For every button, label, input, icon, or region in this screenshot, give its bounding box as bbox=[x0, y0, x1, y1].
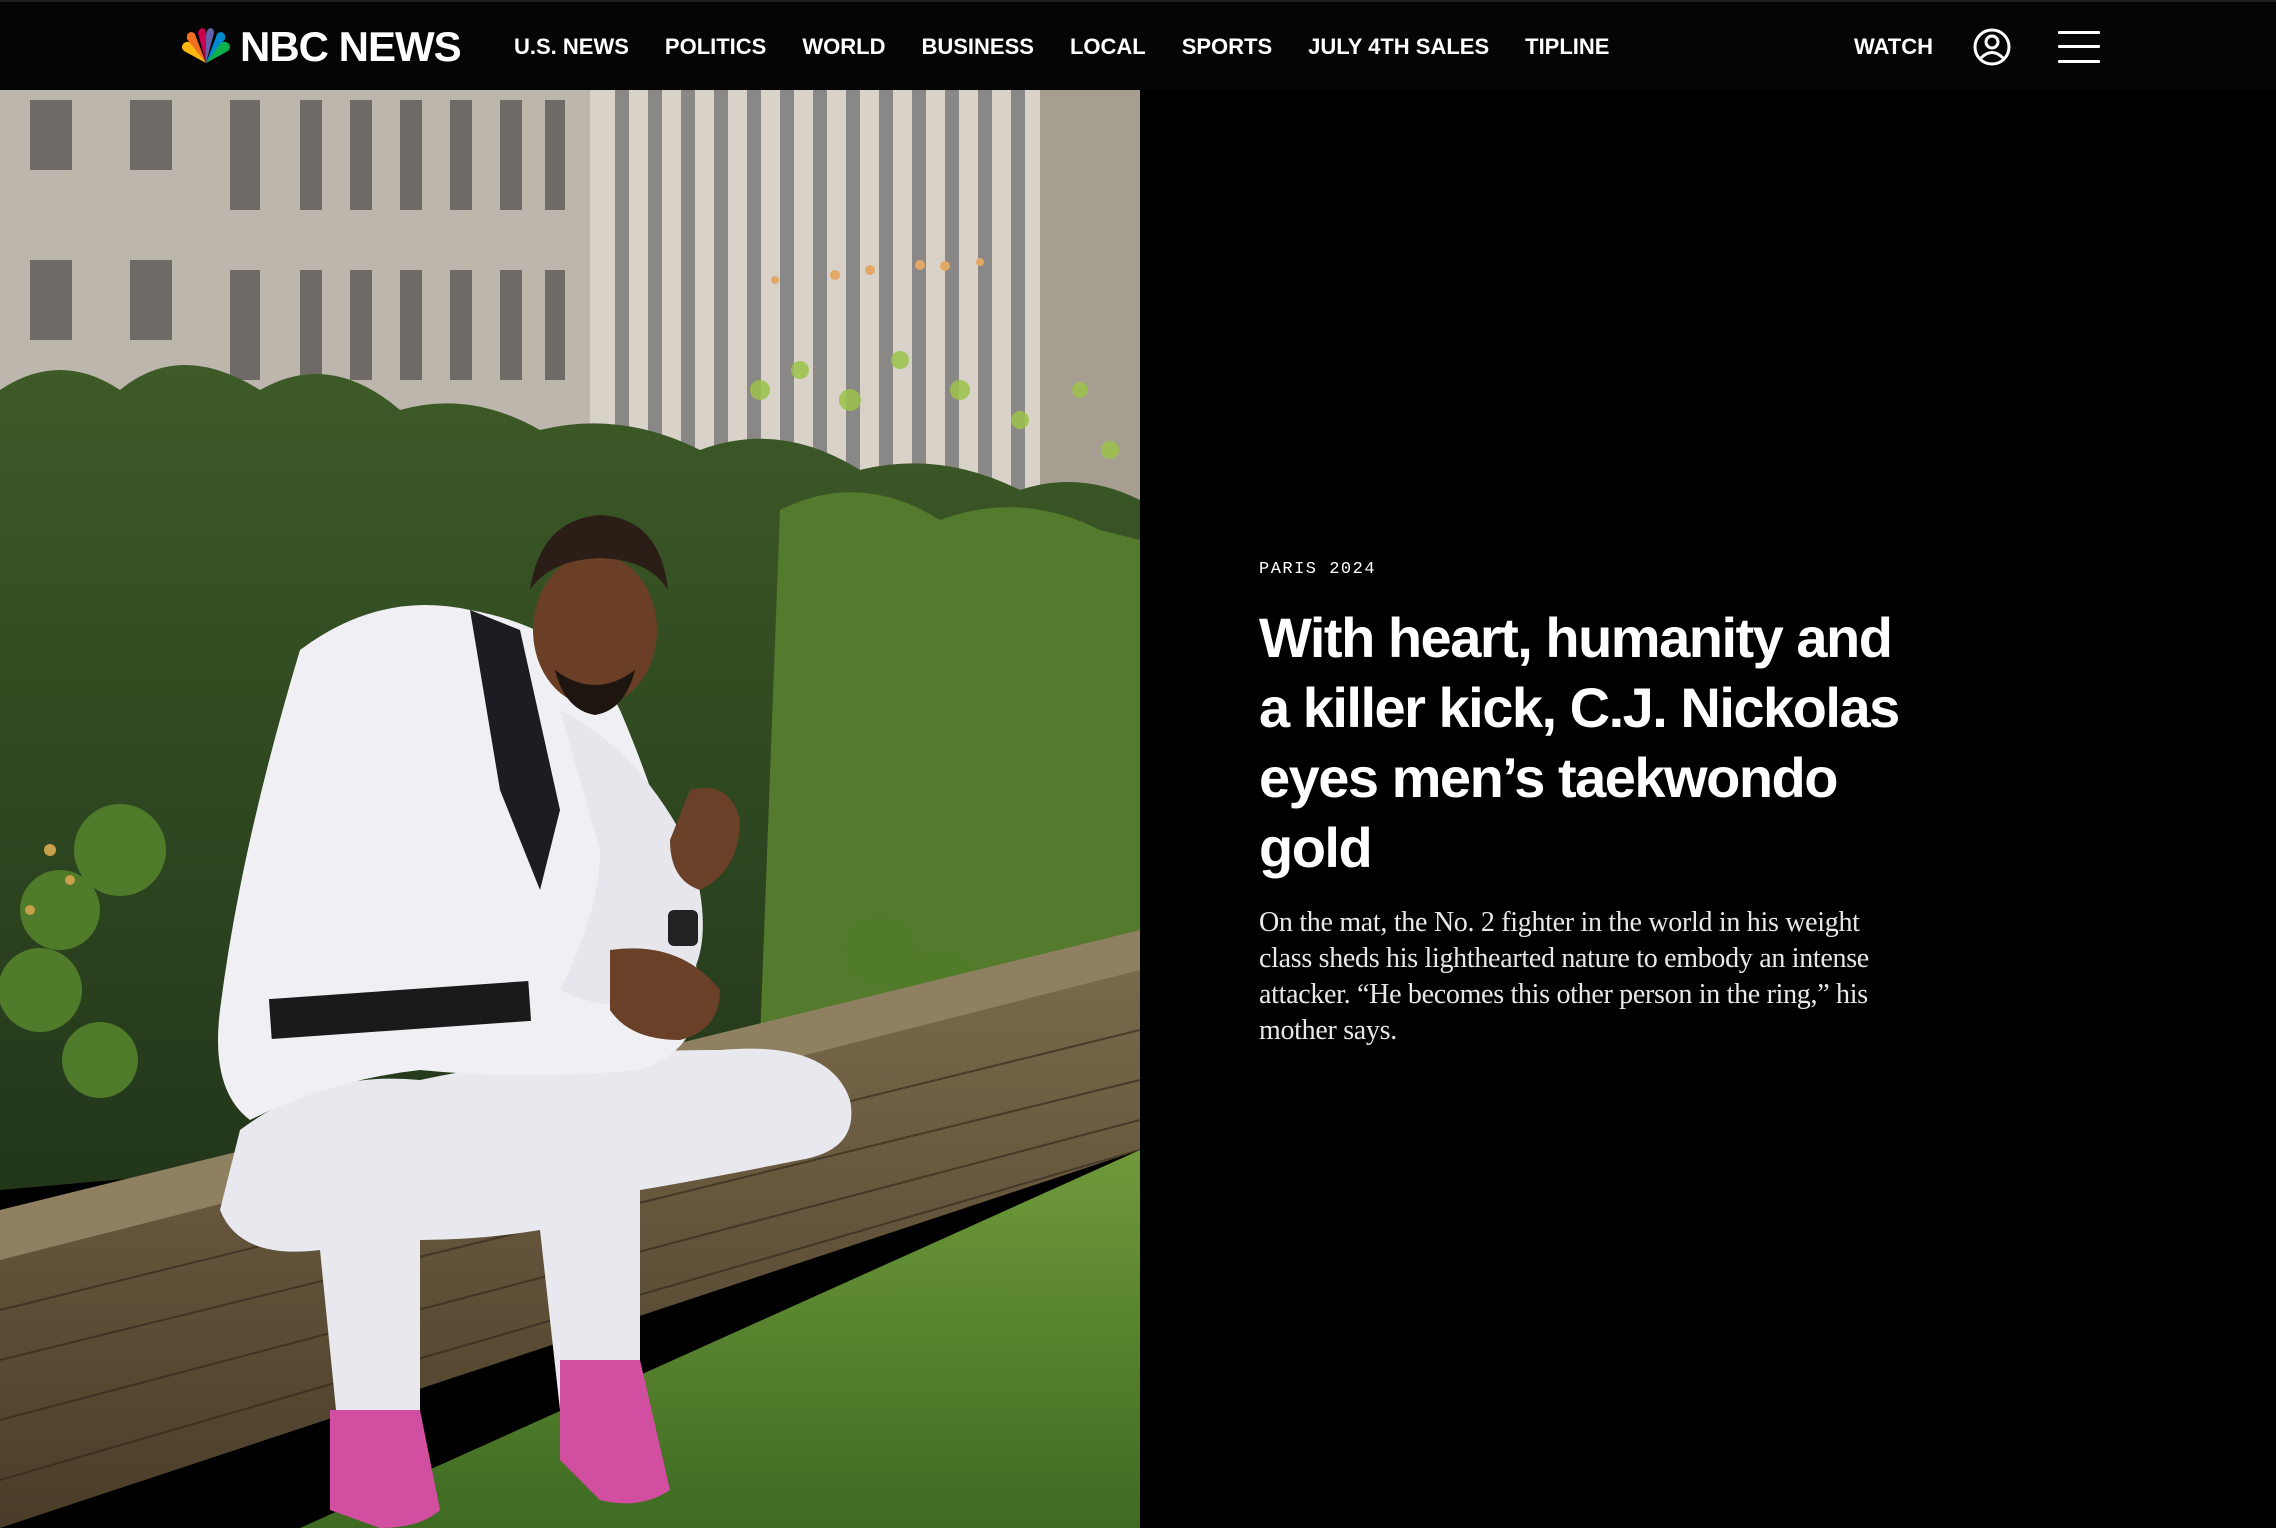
logo-text: NBC NEWS bbox=[240, 23, 462, 70]
hamburger-menu-icon[interactable] bbox=[2058, 29, 2100, 65]
main-nav: U.S. NEWS POLITICS WORLD BUSINESS LOCAL … bbox=[514, 2, 1645, 92]
peacock-logo-icon bbox=[182, 28, 230, 63]
nav-july-4th-sales[interactable]: JULY 4TH SALES bbox=[1308, 34, 1489, 60]
nav-politics[interactable]: POLITICS bbox=[665, 34, 766, 60]
article-headline[interactable]: With heart, humanity and a killer kick, … bbox=[1259, 603, 1919, 883]
nav-us-news[interactable]: U.S. NEWS bbox=[514, 34, 629, 60]
hero-photo-illustration bbox=[0, 90, 1140, 1528]
article-dek: On the mat, the No. 2 fighter in the wor… bbox=[1259, 907, 1869, 1046]
menu-line bbox=[2058, 60, 2100, 63]
article-header: PARIS 2024 With heart, humanity and a ki… bbox=[1259, 560, 1919, 1077]
user-account-icon[interactable] bbox=[1972, 27, 2012, 67]
menu-line bbox=[2058, 31, 2100, 34]
menu-line bbox=[2058, 45, 2100, 48]
site-header: NBC NEWS U.S. NEWS POLITICS WORLD BUSINE… bbox=[0, 0, 2276, 90]
nav-tipline[interactable]: TIPLINE bbox=[1525, 34, 1609, 60]
hero-photo bbox=[0, 90, 1140, 1528]
nav-business[interactable]: BUSINESS bbox=[921, 34, 1033, 60]
article-eyebrow[interactable]: PARIS 2024 bbox=[1259, 560, 1919, 579]
nbc-news-logo[interactable]: NBC NEWS bbox=[178, 22, 462, 72]
nav-sports[interactable]: SPORTS bbox=[1182, 34, 1272, 60]
nav-world[interactable]: WORLD bbox=[802, 34, 885, 60]
watch-link[interactable]: WATCH bbox=[1854, 2, 1933, 92]
nav-local[interactable]: LOCAL bbox=[1070, 34, 1146, 60]
